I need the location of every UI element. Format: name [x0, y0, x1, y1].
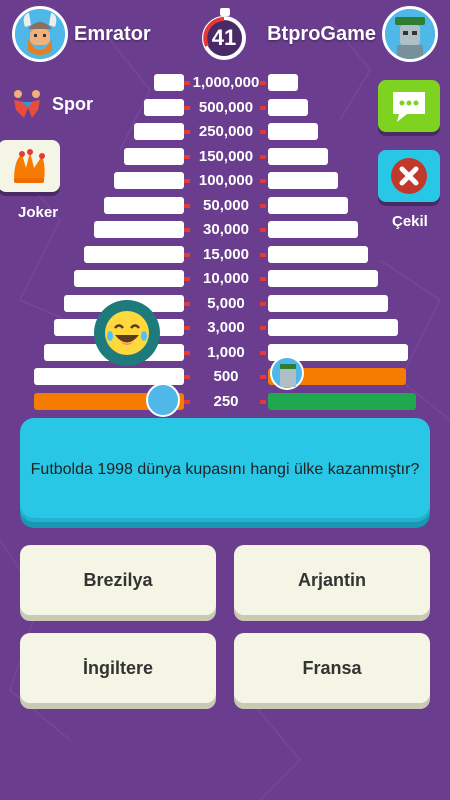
- ladder-bar-right: [268, 270, 378, 287]
- player-right-name: BtproGame: [267, 22, 376, 45]
- ladder-row: 1,000: [0, 344, 450, 361]
- ladder-bar-right: [268, 295, 388, 312]
- ladder-bar-right: [268, 74, 298, 91]
- ladder-tick-right: [260, 130, 266, 134]
- ladder-bar-right: [268, 221, 358, 238]
- ladder-amount: 1,000,000: [192, 74, 260, 91]
- ladder-amount: 150,000: [198, 148, 254, 165]
- answer-button-a[interactable]: Brezilya: [20, 545, 216, 615]
- ladder-bar-right: [268, 319, 398, 336]
- ladder-row: 3,000: [0, 319, 450, 336]
- player-left-name: Emrator: [74, 22, 151, 45]
- ladder-tick-right: [260, 326, 266, 330]
- ladder-amount: 50,000: [203, 197, 249, 214]
- question-text: Futbolda 1998 dünya kupasını hangi ülke …: [30, 461, 420, 478]
- ladder-bar-left: [84, 246, 184, 263]
- ladder-bar-left: [154, 74, 184, 91]
- ladder-amount: 250: [213, 393, 239, 410]
- ladder-bar-left: [124, 148, 184, 165]
- ladder-amount: 100,000: [198, 172, 254, 189]
- ladder-amount: 500: [213, 368, 239, 385]
- ladder-bar-right: [268, 99, 308, 116]
- player-left: Emrator: [12, 6, 151, 62]
- ladder-bar-right: [268, 123, 318, 140]
- ladder-tick-right: [260, 253, 266, 257]
- answer-button-d[interactable]: Fransa: [234, 633, 430, 703]
- player-left-marker: [146, 383, 180, 417]
- ladder-tick-right: [260, 302, 266, 306]
- ladder-row: 1,000,000: [0, 74, 450, 91]
- ladder-amount: 5,000: [207, 295, 245, 312]
- ladder-bar-right: [268, 172, 338, 189]
- ladder-bar-left: [114, 172, 184, 189]
- ladder-row: 250: [0, 393, 450, 410]
- question-box: Futbolda 1998 dünya kupasını hangi ülke …: [20, 418, 430, 522]
- player-right-avatar: [382, 6, 438, 62]
- ladder-tick-right: [260, 228, 266, 232]
- ladder-tick-right: [260, 351, 266, 355]
- ladder-row: 15,000: [0, 246, 450, 263]
- answer-button-c[interactable]: İngiltere: [20, 633, 216, 703]
- timer: 41: [200, 6, 252, 68]
- ladder-amount: 30,000: [203, 221, 249, 238]
- timer-progress-ring: [203, 17, 225, 47]
- ladder-bar-right: [268, 393, 416, 410]
- ladder-amount: 500,000: [198, 99, 254, 116]
- ladder-tick-right: [260, 179, 266, 183]
- ladder-row: 5,000: [0, 295, 450, 312]
- ladder-amount: 1,000: [207, 344, 245, 361]
- ladder-amount: 3,000: [207, 319, 245, 336]
- ladder-amount: 15,000: [203, 246, 249, 263]
- ladder-row: 100,000: [0, 172, 450, 189]
- emoji-reaction: [94, 300, 160, 366]
- ladder-row: 500,000: [0, 99, 450, 116]
- ladder-bar-left: [104, 197, 184, 214]
- ladder-tick-right: [260, 375, 266, 379]
- ladder-bar-left: [94, 221, 184, 238]
- ladder-row: 150,000: [0, 148, 450, 165]
- ladder-tick-right: [260, 155, 266, 159]
- ladder-bar-left: [74, 270, 184, 287]
- player-right: BtproGame: [267, 6, 438, 62]
- robot-avatar-icon: [385, 9, 435, 59]
- ladder-amount: 10,000: [203, 270, 249, 287]
- ladder-row: 10,000: [0, 270, 450, 287]
- ladder-tick-right: [260, 106, 266, 110]
- ladder-row: 30,000: [0, 221, 450, 238]
- ladder-tick-right: [260, 277, 266, 281]
- ladder-bar-right: [268, 197, 348, 214]
- laughing-emoji-icon: [105, 311, 149, 355]
- ladder-amount: 250,000: [198, 123, 254, 140]
- player-left-avatar: [12, 6, 68, 62]
- ladder-tick-right: [260, 400, 266, 404]
- ladder-row: 500: [0, 368, 450, 385]
- ladder-bar-right: [268, 246, 368, 263]
- ladder-bar-left: [144, 99, 184, 116]
- answer-button-b[interactable]: Arjantin: [234, 545, 430, 615]
- player-right-marker: [270, 356, 304, 390]
- stopwatch-knob-icon: [220, 8, 230, 16]
- viking-avatar-icon: [15, 9, 65, 59]
- ladder-tick-right: [260, 81, 266, 85]
- robot-marker-icon: [280, 364, 296, 387]
- ladder-tick-right: [260, 204, 266, 208]
- ladder-bar-left: [134, 123, 184, 140]
- ladder-row: 50,000: [0, 197, 450, 214]
- ladder-bar-right: [268, 148, 328, 165]
- ladder-row: 250,000: [0, 123, 450, 140]
